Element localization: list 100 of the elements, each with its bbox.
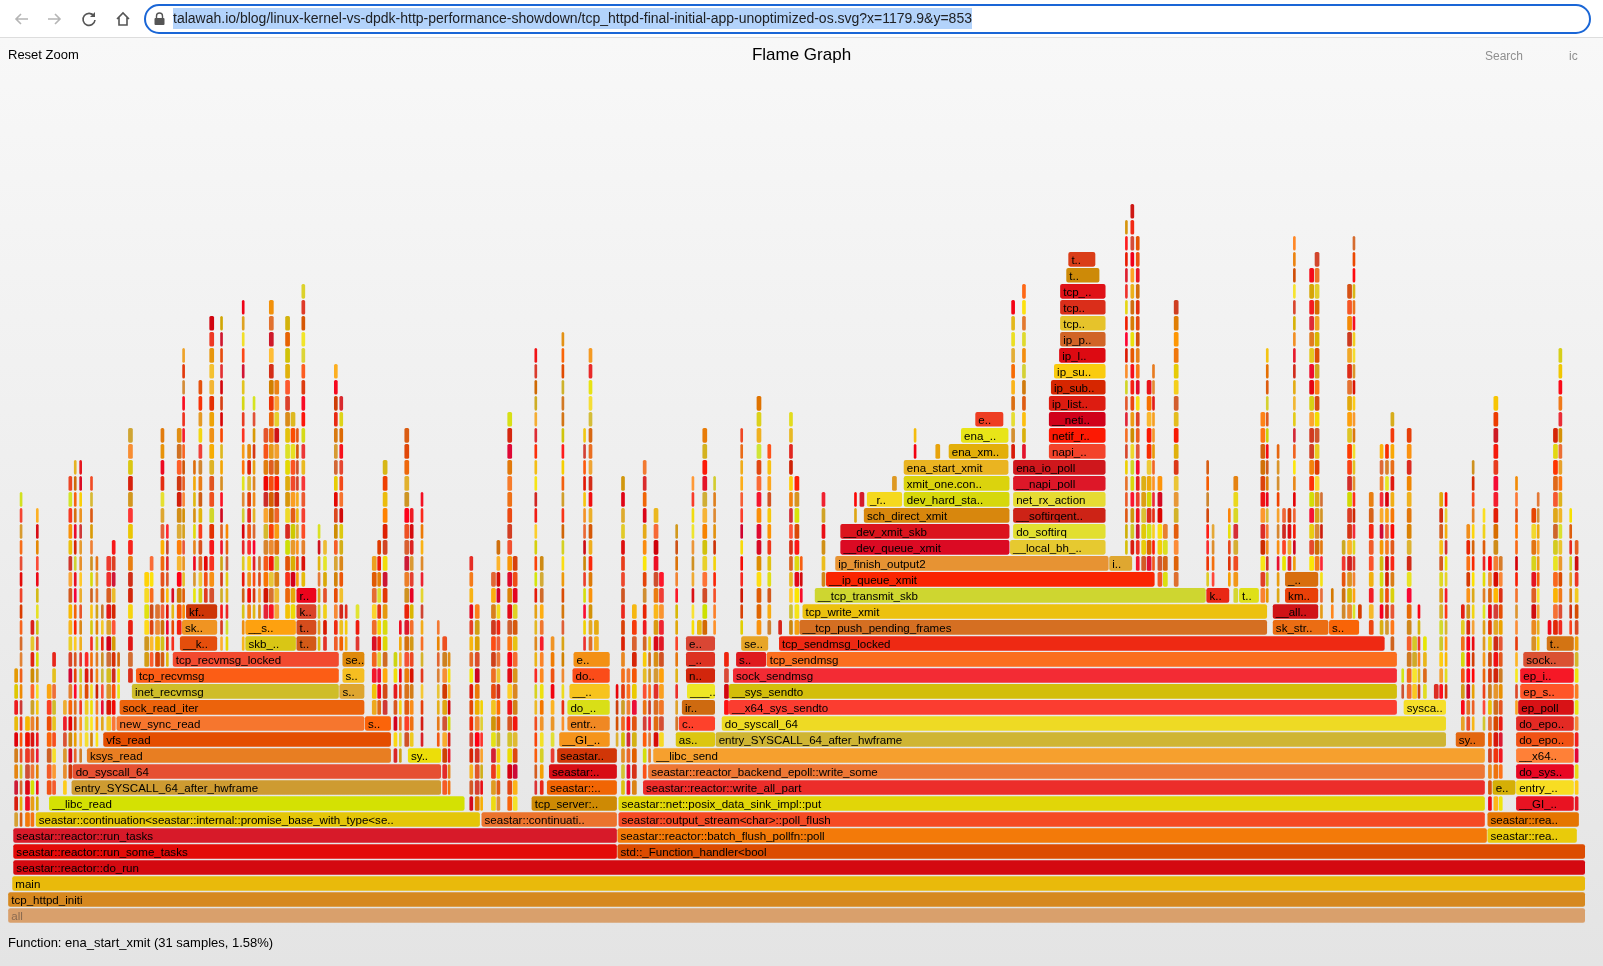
- stack-frame[interactable]: __sys_sendto: [728, 684, 1397, 699]
- reload-icon[interactable]: [81, 10, 97, 27]
- stack-frame[interactable]: seastar::reactor_backend_epoll::write_some: [648, 764, 1485, 779]
- stack-frame[interactable]: seastar::output_stream<char>::poll_flush: [618, 812, 1485, 827]
- stack-frame[interactable]: seastar::net::posix_data_sink_impl::put: [618, 796, 1485, 811]
- stack-frame[interactable]: new_sync_read: [116, 716, 365, 731]
- stack-frame[interactable]: _..: [686, 652, 715, 667]
- address-bar[interactable]: talawah.io/blog/linux-kernel-vs-dpdk-http-performance-showdown/tcp_httpd-final-initial-app-unoptimized-os.svg?x=1179.9&y=853: [144, 3, 1591, 34]
- stack-frame[interactable]: se..: [741, 636, 769, 651]
- stack-frame[interactable]: dev_hard_sta..: [903, 492, 1010, 507]
- stack-frame[interactable]: __softirqent..: [1013, 508, 1106, 523]
- stack-frame[interactable]: ip_su..: [1054, 364, 1106, 379]
- stack-frame[interactable]: ___..: [687, 684, 716, 699]
- stack-frame[interactable]: do_syscall_64: [721, 716, 1446, 731]
- stack-frame[interactable]: entry_SYSCALL_64_after_hwframe: [71, 780, 442, 795]
- stack-frame[interactable]: net_rx_action: [1013, 492, 1106, 507]
- stack-frame[interactable]: seastar::rea..: [1487, 812, 1579, 827]
- stack-frame[interactable]: _r..: [866, 492, 903, 507]
- stack-frame[interactable]: seastar:..: [549, 764, 617, 779]
- stack-frame[interactable]: k..: [1206, 588, 1230, 603]
- stack-frame[interactable]: xmit_one.con..: [903, 476, 1010, 491]
- stack-frame[interactable]: __libc_send: [653, 748, 1485, 763]
- stack-frame[interactable]: tcp_recvmsg_locked: [172, 652, 339, 667]
- stack-frame[interactable]: sy..: [407, 748, 442, 763]
- stack-frame[interactable]: skb_..: [245, 636, 296, 651]
- stack-frame[interactable]: tcp_..: [1060, 284, 1106, 299]
- stack-frame[interactable]: entry_SYSCALL_64_after_hwframe: [715, 732, 1446, 747]
- stack-frame[interactable]: seastar::reactor::batch_flush_pollfn::poll: [617, 828, 1487, 843]
- stack-frame[interactable]: ir..: [681, 700, 715, 715]
- stack-frame[interactable]: sock_read_iter: [119, 700, 365, 715]
- stack-frame[interactable]: __..: [569, 684, 610, 699]
- stack-frame[interactable]: __x64..: [1516, 748, 1574, 763]
- stack-frame[interactable]: sy..: [1455, 732, 1485, 747]
- stack-frame[interactable]: t..: [1239, 588, 1259, 603]
- stack-frame[interactable]: tcp_recvmsg: [135, 668, 339, 683]
- stack-frame[interactable]: ip_finish_output2: [835, 556, 1109, 571]
- stack-frame[interactable]: __dev_xmit_skb: [840, 524, 1010, 539]
- stack-frame[interactable]: seastar..: [557, 748, 617, 763]
- stack-frame[interactable]: sk_str..: [1272, 620, 1329, 635]
- stack-frame[interactable]: s..: [342, 668, 365, 683]
- stack-frame[interactable]: __GI_..: [1516, 796, 1574, 811]
- stack-frame[interactable]: e..: [1492, 780, 1516, 795]
- stack-frame[interactable]: s..: [736, 652, 767, 667]
- stack-frame[interactable]: ena_xm..: [948, 444, 1009, 459]
- stack-frame[interactable]: tcp_sendmsg: [766, 652, 1397, 667]
- stack-frame[interactable]: seastar::reactor::run_some_tasks: [13, 844, 617, 859]
- stack-frame[interactable]: e..: [975, 411, 1004, 427]
- reset-zoom-link[interactable]: Reset Zoom: [8, 45, 79, 65]
- stack-frame[interactable]: __libc_read: [49, 796, 465, 811]
- stack-frame[interactable]: ep_i..: [1520, 668, 1574, 683]
- stack-frame[interactable]: t..: [1066, 267, 1100, 283]
- stack-frame[interactable]: do_..: [567, 700, 610, 715]
- stack-frame[interactable]: do_sys..: [1516, 764, 1574, 779]
- stack-frame[interactable]: ksys_read: [86, 748, 391, 763]
- stack-frame[interactable]: c..: [678, 716, 715, 731]
- stack-frame[interactable]: r..: [296, 588, 317, 603]
- stack-frame[interactable]: netif_r..: [1048, 428, 1106, 443]
- stack-frame[interactable]: do_epo..: [1516, 716, 1574, 731]
- stack-frame[interactable]: seastar::continuation<seastar::internal::promise_base_with_type<se..: [35, 812, 480, 827]
- stack-frame[interactable]: ip_list..: [1048, 396, 1106, 411]
- stack-frame[interactable]: sock..: [1523, 652, 1574, 667]
- stack-frame[interactable]: ep_s..: [1520, 684, 1574, 699]
- stack-frame[interactable]: __k..: [179, 636, 218, 651]
- stack-frame[interactable]: __dev_queue_xmit: [840, 540, 1010, 555]
- stack-frame[interactable]: ena_start_xmit: [903, 460, 1009, 475]
- stack-frame[interactable]: seastar::..: [546, 780, 617, 795]
- stack-frame[interactable]: inet_recvmsg: [131, 684, 339, 699]
- stack-frame[interactable]: s..: [364, 716, 391, 731]
- stack-frame[interactable]: s..: [339, 684, 365, 699]
- stack-frame[interactable]: __GI_..: [559, 732, 610, 747]
- stack-frame[interactable]: seastar::reactor::run_tasks: [13, 828, 617, 843]
- stack-frame[interactable]: __all..: [1272, 604, 1319, 619]
- stack-frame[interactable]: ip_p..: [1060, 332, 1106, 347]
- stack-frame[interactable]: do_softirq: [1013, 524, 1106, 539]
- stack-frame[interactable]: sock_sendmsg: [733, 668, 1397, 683]
- stack-frame[interactable]: ena_..: [961, 428, 1009, 443]
- stack-frame[interactable]: ena_io_poll: [1013, 460, 1106, 475]
- stack-frame[interactable]: seastar::continuati..: [481, 812, 617, 827]
- stack-frame[interactable]: tcp_httpd_initi: [8, 892, 1585, 907]
- stack-frame[interactable]: t..: [1068, 252, 1096, 267]
- stack-frame[interactable]: tcp..: [1060, 315, 1106, 331]
- stack-frame[interactable]: vfs_read: [103, 732, 391, 747]
- home-icon[interactable]: [115, 10, 131, 27]
- stack-frame[interactable]: do_epo..: [1516, 732, 1574, 747]
- stack-frame[interactable]: as..: [675, 732, 715, 747]
- stack-frame[interactable]: tcp_server:..: [531, 796, 617, 811]
- stack-frame[interactable]: _..: [1285, 572, 1319, 587]
- stack-frame[interactable]: k..: [296, 604, 317, 619]
- stack-frame[interactable]: t..: [1546, 636, 1574, 651]
- stack-frame[interactable]: i..: [1109, 556, 1133, 571]
- stack-frame[interactable]: entry_..: [1516, 780, 1574, 795]
- stack-frame[interactable]: seastar::rea..: [1487, 828, 1577, 843]
- stack-frame[interactable]: main: [12, 876, 1585, 891]
- stack-frame[interactable]: ip_l..: [1059, 348, 1106, 363]
- stack-frame[interactable]: s..: [1329, 620, 1360, 635]
- stack-frame[interactable]: __s..: [245, 620, 296, 635]
- stack-frame[interactable]: std::_Function_handler<bool: [617, 844, 1585, 859]
- stack-frame[interactable]: __tcp_push_pending_frames: [799, 620, 1268, 635]
- stack-frame[interactable]: e..: [686, 636, 715, 651]
- stack-frame[interactable]: t..: [296, 620, 317, 635]
